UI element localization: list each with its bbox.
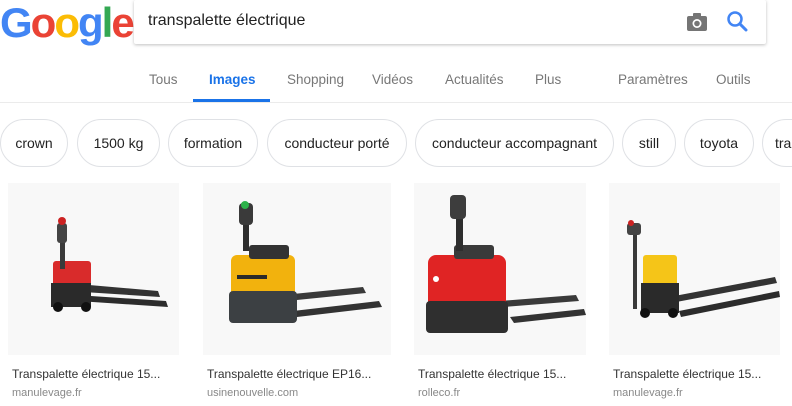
chip-toyota[interactable]: toyota	[684, 119, 754, 167]
result-title[interactable]: Transpalette électrique 15...	[418, 367, 566, 381]
tab-plus[interactable]: Plus	[535, 72, 561, 87]
camera-icon[interactable]	[686, 12, 708, 32]
tab-actualites[interactable]: Actualités	[445, 72, 504, 87]
result-title[interactable]: Transpalette électrique 15...	[613, 367, 761, 381]
chip-partial[interactable]: tra	[762, 119, 792, 167]
logo-letter: e	[111, 0, 134, 46]
result-source[interactable]: rolleco.fr	[418, 387, 460, 399]
chip-conducteur-porte[interactable]: conducteur porté	[267, 119, 407, 167]
result-thumbnail[interactable]	[203, 183, 391, 355]
search-box[interactable]: transpalette électrique	[134, 0, 766, 44]
tab-videos[interactable]: Vidéos	[372, 72, 413, 87]
tab-images[interactable]: Images	[209, 72, 256, 87]
tab-parametres[interactable]: Paramètres	[618, 72, 688, 87]
pallet-truck-image	[414, 183, 586, 355]
chip-crown[interactable]: crown	[0, 119, 68, 167]
result-title[interactable]: Transpalette électrique EP16...	[207, 367, 371, 381]
pallet-truck-image	[609, 183, 780, 355]
logo-letter: o	[54, 0, 80, 46]
image-result[interactable]: Transpalette électrique 15... manulevage…	[609, 183, 780, 406]
result-thumbnail[interactable]	[414, 183, 586, 355]
active-tab-indicator	[193, 99, 270, 102]
top-bar: Google transpalette électrique Tous Imag…	[0, 0, 792, 103]
chip-1500-kg[interactable]: 1500 kg	[77, 119, 160, 167]
chip-formation[interactable]: formation	[168, 119, 258, 167]
google-logo[interactable]: Google	[0, 0, 135, 46]
image-result[interactable]: Transpalette électrique 15... rolleco.fr	[414, 183, 586, 406]
chip-still[interactable]: still	[622, 119, 676, 167]
search-input[interactable]: transpalette électrique	[148, 12, 305, 30]
pallet-truck-image	[203, 183, 391, 355]
result-source[interactable]: manulevage.fr	[613, 387, 683, 399]
tab-shopping[interactable]: Shopping	[287, 72, 344, 87]
result-title[interactable]: Transpalette électrique 15...	[12, 367, 160, 381]
logo-letter: o	[30, 0, 57, 46]
image-results: Transpalette électrique 15... manulevage…	[0, 183, 792, 406]
result-thumbnail[interactable]	[8, 183, 179, 355]
search-icon[interactable]	[726, 10, 748, 32]
search-tabs: Tous Images Shopping Vidéos Actualités P…	[0, 62, 792, 102]
result-source[interactable]: manulevage.fr	[12, 387, 82, 399]
logo-letter: l	[101, 0, 114, 46]
image-result[interactable]: Transpalette électrique EP16... usinenou…	[203, 183, 391, 406]
image-result[interactable]: Transpalette électrique 15... manulevage…	[8, 183, 179, 406]
pallet-truck-image	[8, 183, 179, 355]
tab-outils[interactable]: Outils	[716, 72, 751, 87]
chip-conducteur-accompagnant[interactable]: conducteur accompagnant	[415, 119, 614, 167]
logo-letter: g	[77, 0, 104, 46]
logo-letter: G	[0, 0, 33, 46]
result-thumbnail[interactable]	[609, 183, 780, 355]
related-chips: crown 1500 kg formation conducteur porté…	[0, 117, 792, 169]
tab-tous[interactable]: Tous	[149, 72, 178, 87]
result-source[interactable]: usinenouvelle.com	[207, 387, 298, 399]
